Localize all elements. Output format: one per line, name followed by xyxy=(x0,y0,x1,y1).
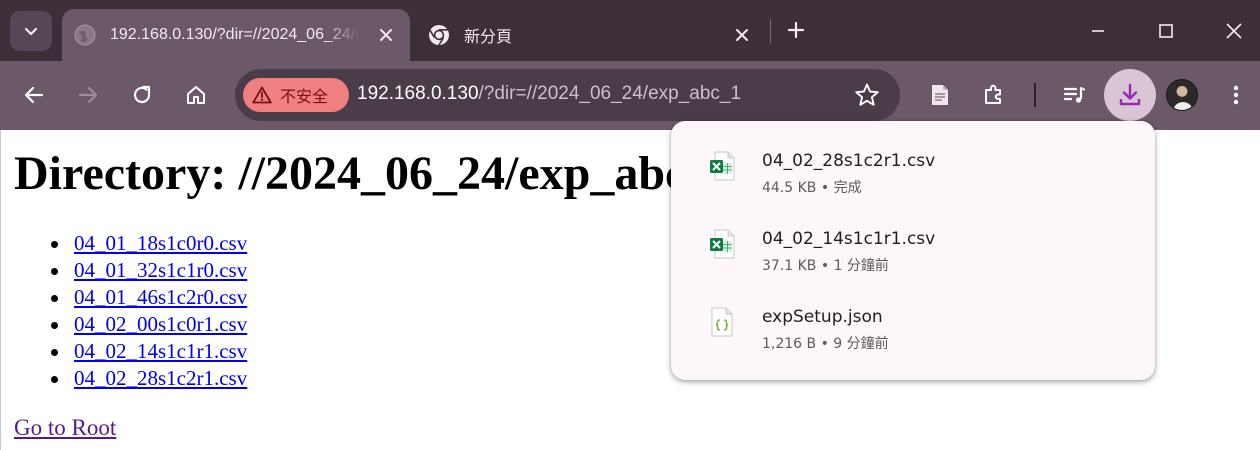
browser-toolbar: 不安全 192.168.0.130/?dir=//2024_06_24/exp_… xyxy=(0,61,1260,130)
file-link[interactable]: 04_02_14s1c1r1.csv xyxy=(74,339,247,363)
excel-file-icon xyxy=(710,229,735,259)
document-icon xyxy=(932,85,948,105)
maximize-button[interactable] xyxy=(1151,16,1181,46)
list-item: 04_02_28s1c2r1.csv xyxy=(34,365,247,392)
tab-new-tab[interactable]: 新分頁 xyxy=(416,9,766,61)
list-item: 04_02_00s1c0r1.csv xyxy=(34,311,247,338)
file-link[interactable]: 04_02_28s1c2r1.csv xyxy=(74,366,247,390)
globe-icon xyxy=(74,24,96,46)
tab-directory[interactable]: 192.168.0.130/?dir=//2024_06_24/exp_abc_… xyxy=(62,9,410,61)
download-item[interactable]: 04_02_14s1c1r1.csv 37.1 KB • 1 分鐘前 xyxy=(671,199,1155,277)
download-filename: expSetup.json xyxy=(762,307,883,327)
tab-search-button[interactable] xyxy=(10,11,52,51)
menu-button[interactable] xyxy=(1217,76,1255,114)
url-path: /?dir=//2024_06_24/exp_abc_1 xyxy=(478,83,742,104)
file-link[interactable]: 04_01_46s1c2r0.csv xyxy=(74,285,247,309)
json-file-icon xyxy=(711,307,733,337)
chevron-down-icon xyxy=(24,27,38,36)
chrome-icon xyxy=(428,24,450,46)
close-window-button[interactable] xyxy=(1219,16,1249,46)
download-filename: 04_02_28s1c2r1.csv xyxy=(762,151,936,171)
puzzle-icon xyxy=(985,84,1001,104)
forward-button[interactable] xyxy=(69,76,107,114)
reload-button[interactable] xyxy=(123,76,161,114)
excel-file-icon xyxy=(710,151,735,181)
warning-icon xyxy=(252,86,272,104)
download-status: 37.1 KB • 1 分鐘前 xyxy=(762,258,889,274)
back-button[interactable] xyxy=(15,76,53,114)
arrow-right-icon xyxy=(78,86,98,104)
plus-icon xyxy=(787,21,805,39)
list-item: 04_01_46s1c2r0.csv xyxy=(34,284,247,311)
close-icon xyxy=(1226,23,1242,39)
arrow-left-icon xyxy=(24,86,44,104)
minimize-icon xyxy=(1092,30,1104,32)
tab-title: 新分頁 xyxy=(464,29,513,46)
download-status: 44.5 KB • 完成 xyxy=(762,180,862,196)
download-filename: 04_02_14s1c1r1.csv xyxy=(762,229,936,249)
file-link[interactable]: 04_01_18s1c0r0.csv xyxy=(74,231,247,255)
tab-title: 192.168.0.130/?dir=//2024_06_24/exp_abc_… xyxy=(110,26,360,43)
close-tab-button[interactable] xyxy=(730,23,754,47)
download-icon xyxy=(1119,83,1141,106)
list-item: 04_01_32s1c1r0.csv xyxy=(34,257,247,284)
minimize-button[interactable] xyxy=(1083,16,1113,46)
tab-separator xyxy=(770,19,771,43)
downloads-panel: 04_02_28s1c2r1.csv 44.5 KB • 完成 04_02_14… xyxy=(671,121,1155,380)
close-icon xyxy=(380,29,392,41)
download-item[interactable]: expSetup.json 1,216 B • 9 分鐘前 xyxy=(671,277,1155,355)
go-to-root-link[interactable]: Go to Root xyxy=(14,415,116,441)
security-chip[interactable]: 不安全 xyxy=(243,78,349,112)
bookmark-button[interactable] xyxy=(854,82,880,108)
address-bar[interactable]: 不安全 192.168.0.130/?dir=//2024_06_24/exp_… xyxy=(235,69,900,121)
close-tab-button[interactable] xyxy=(374,23,398,47)
security-label: 不安全 xyxy=(280,89,329,106)
media-control-button[interactable] xyxy=(1055,76,1093,114)
file-link[interactable]: 04_01_32s1c1r0.csv xyxy=(74,258,247,282)
close-icon xyxy=(736,29,748,41)
star-icon xyxy=(855,83,879,106)
maximize-icon xyxy=(1159,24,1173,38)
page-heading: Directory: //2024_06_24/exp_abc_1 xyxy=(14,147,735,200)
home-button[interactable] xyxy=(177,76,215,114)
home-icon xyxy=(187,86,205,104)
more-vertical-icon xyxy=(1233,85,1239,105)
download-status: 1,216 B • 9 分鐘前 xyxy=(762,336,889,352)
downloads-button[interactable] xyxy=(1104,69,1156,121)
new-tab-button[interactable] xyxy=(782,16,810,44)
reading-mode-button[interactable] xyxy=(921,76,959,114)
reload-icon xyxy=(133,85,151,104)
extensions-button[interactable] xyxy=(975,76,1013,114)
playlist-music-icon xyxy=(1063,87,1085,103)
toolbar-separator xyxy=(1034,83,1036,107)
profile-avatar[interactable] xyxy=(1166,79,1198,111)
file-list: 04_01_18s1c0r0.csv 04_01_32s1c1r0.csv 04… xyxy=(34,230,247,392)
tab-strip: 192.168.0.130/?dir=//2024_06_24/exp_abc_… xyxy=(0,0,1260,61)
download-item[interactable]: 04_02_28s1c2r1.csv 44.5 KB • 完成 xyxy=(671,121,1155,199)
list-item: 04_02_14s1c1r1.csv xyxy=(34,338,247,365)
file-link[interactable]: 04_02_00s1c0r1.csv xyxy=(74,312,247,336)
url-text[interactable]: 192.168.0.130/?dir=//2024_06_24/exp_abc_… xyxy=(357,83,741,105)
list-item: 04_01_18s1c0r0.csv xyxy=(34,230,247,257)
url-host: 192.168.0.130 xyxy=(357,83,479,104)
